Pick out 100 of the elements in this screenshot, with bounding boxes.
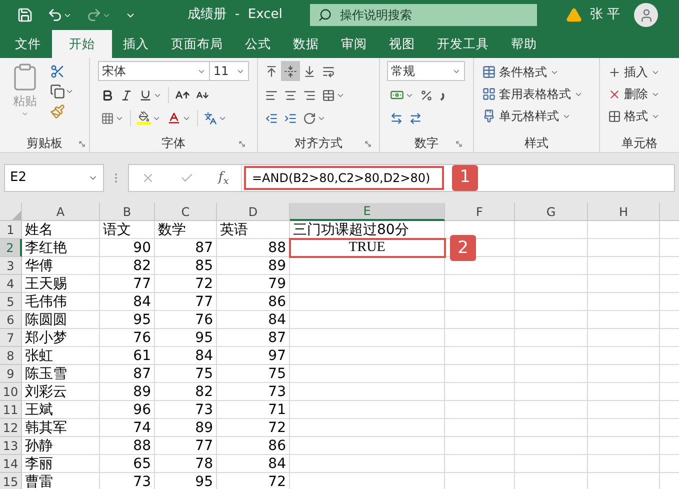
column-header[interactable]: A <box>22 203 100 221</box>
table-cell: 89 <box>100 383 155 401</box>
ribbon-tab[interactable]: 文件 <box>4 30 52 58</box>
styles-menu-button[interactable]: 单元格样式 <box>482 105 591 127</box>
table-cell: 79 <box>217 275 290 293</box>
table-cell: 78 <box>155 455 217 473</box>
save-icon[interactable] <box>17 7 33 23</box>
ribbon-tab[interactable]: 数据 <box>282 30 330 58</box>
table-cell: 72 <box>217 419 290 437</box>
row-header[interactable]: 3 <box>0 257 22 275</box>
cells-icon <box>608 110 621 122</box>
column-header[interactable]: B <box>100 203 155 221</box>
table-cell: 97 <box>217 347 290 365</box>
ribbon-tab[interactable]: 视图 <box>378 30 426 58</box>
table-cell: 李红艳 <box>22 239 100 257</box>
table-cell: 88 <box>217 239 290 257</box>
user-name: 张 平 <box>590 6 620 24</box>
bold-icon <box>101 88 114 102</box>
row-header[interactable]: 8 <box>0 347 22 365</box>
ribbon-tab[interactable]: 页面布局 <box>160 30 234 58</box>
table-cell: 84 <box>155 347 217 365</box>
cells-menu-button[interactable]: 格式 <box>608 105 671 127</box>
empty-cell <box>588 437 660 455</box>
empty-cell <box>445 401 515 419</box>
ribbon-tab[interactable]: 插入 <box>112 30 160 58</box>
row-header[interactable]: 6 <box>0 311 22 329</box>
empty-cell <box>445 365 515 383</box>
formula-field[interactable]: =AND(B2>80,C2>80,D2>80) <box>244 166 444 190</box>
arrows-icon <box>390 112 403 124</box>
dialog-launcher-icon[interactable] <box>364 140 372 148</box>
ribbon-tab[interactable]: 公式 <box>234 30 282 58</box>
font-size-field[interactable]: 11 <box>210 61 249 81</box>
column-header[interactable]: D <box>217 203 290 221</box>
row-header[interactable]: 13 <box>0 437 22 455</box>
column-header[interactable]: G <box>515 203 588 221</box>
table-cell: 87 <box>217 329 290 347</box>
column-header[interactable]: F <box>445 203 515 221</box>
table-cell: 73 <box>100 473 155 489</box>
table-cell: 89 <box>155 419 217 437</box>
empty-cell <box>445 257 515 275</box>
row-header[interactable]: 7 <box>0 329 22 347</box>
row-header[interactable]: 9 <box>0 365 22 383</box>
align-center-icon <box>284 88 297 102</box>
number-format-field[interactable]: 常规 <box>387 61 465 81</box>
row-header[interactable]: 2 <box>0 239 22 257</box>
cells-menu-button[interactable]: 插入 <box>608 61 671 83</box>
ribbon-tab[interactable]: 帮助 <box>500 30 548 58</box>
row-header[interactable]: 12 <box>0 419 22 437</box>
format-painter-icon[interactable] <box>50 104 65 119</box>
dialog-launcher-icon[interactable] <box>78 140 86 148</box>
triangle-icon <box>12 211 21 220</box>
avatar-icon <box>634 3 658 27</box>
merge-cells-icon <box>322 88 335 102</box>
table-cell: 张虹 <box>22 347 100 365</box>
percent-icon <box>420 88 433 102</box>
table-cell: 刘彩云 <box>22 383 100 401</box>
table-cell: 英语 <box>217 221 290 239</box>
empty-cell <box>445 275 515 293</box>
cells-menu-button[interactable]: 删除 <box>608 83 671 105</box>
ribbon-tab[interactable]: 开始 <box>52 30 112 58</box>
column-header[interactable]: E <box>290 203 445 221</box>
table-cell: 74 <box>100 419 155 437</box>
search-field[interactable]: 操作说明搜索 <box>310 4 537 26</box>
style-icon <box>482 109 496 123</box>
empty-cell <box>445 293 515 311</box>
row-header[interactable]: 1 <box>0 221 22 239</box>
cut-icon[interactable] <box>50 64 65 79</box>
empty-cell <box>588 293 660 311</box>
align-icon <box>265 64 278 78</box>
group-label: 数字 <box>414 135 438 152</box>
insert-function-button[interactable]: f$_{x}$ <box>218 168 229 188</box>
table-cell: 郑小梦 <box>22 329 100 347</box>
styles-menu-button[interactable]: 条件格式 <box>482 61 591 83</box>
ribbon-tab[interactable]: 审阅 <box>330 30 378 58</box>
table-cell: 85 <box>155 257 217 275</box>
styles-menu-button[interactable]: 套用表格格式 <box>482 83 591 105</box>
row-header[interactable]: 4 <box>0 275 22 293</box>
empty-cell <box>445 455 515 473</box>
copy-icon[interactable] <box>50 84 65 99</box>
table-cell: 76 <box>100 329 155 347</box>
row-header[interactable]: 11 <box>0 401 22 419</box>
font-name-field[interactable]: 宋体 <box>98 61 210 81</box>
row-header[interactable]: 15 <box>0 473 22 489</box>
warning-icon <box>566 7 582 23</box>
row-header[interactable]: 5 <box>0 293 22 311</box>
column-header[interactable]: H <box>588 203 660 221</box>
dialog-launcher-icon[interactable] <box>238 140 246 148</box>
ribbon-tab[interactable]: 开发工具 <box>426 30 500 58</box>
column-header[interactable]: C <box>155 203 217 221</box>
table-cell: 75 <box>155 365 217 383</box>
row-header[interactable]: 10 <box>0 383 22 401</box>
table-cell: 王天赐 <box>22 275 100 293</box>
name-box[interactable]: E2 <box>4 164 104 192</box>
undo-icon[interactable] <box>47 7 63 23</box>
dialog-launcher-icon[interactable] <box>455 140 463 148</box>
redo-icon[interactable] <box>86 7 102 23</box>
row-header[interactable]: 14 <box>0 455 22 473</box>
vertical-align-button[interactable] <box>281 61 300 81</box>
table-cell: 73 <box>155 401 217 419</box>
empty-cell <box>588 347 660 365</box>
